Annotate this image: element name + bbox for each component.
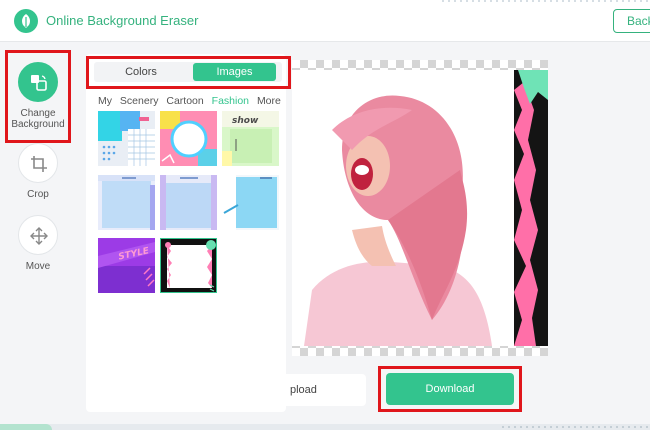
category-my[interactable]: My <box>98 95 112 107</box>
background-thumbnail[interactable]: show <box>222 111 279 166</box>
highlight-box-tabs <box>86 56 291 89</box>
top-bar: Online Background Eraser Back <box>0 0 650 42</box>
background-thumbnail[interactable] <box>98 175 155 230</box>
upload-button[interactable]: pload <box>262 374 366 406</box>
tool-crop[interactable]: Crop <box>0 143 76 200</box>
background-thumbnail[interactable] <box>98 111 155 166</box>
category-bar: My Scenery Cartoon Fashion More <box>98 95 286 107</box>
highlight-box-tool <box>5 50 71 143</box>
category-more[interactable]: More <box>257 95 281 107</box>
move-icon <box>18 215 58 255</box>
background-thumbnail[interactable] <box>160 111 217 166</box>
thumbnail-text: show <box>232 116 259 126</box>
app-title: Online Background Eraser <box>46 13 199 28</box>
bottom-accent <box>0 424 52 430</box>
tool-label: Move <box>25 261 51 272</box>
background-thumbnail[interactable] <box>160 175 217 230</box>
canvas-preview[interactable] <box>292 70 548 346</box>
background-thumbnail[interactable] <box>222 175 279 230</box>
background-panel <box>86 54 286 412</box>
background-thumbnail[interactable]: STYLE <box>98 238 155 293</box>
top-dots <box>440 0 650 2</box>
category-fashion[interactable]: Fashion <box>212 95 249 107</box>
highlight-box-download <box>378 366 522 412</box>
category-scenery[interactable]: Scenery <box>120 95 159 107</box>
background-thumbnail-selected[interactable] <box>160 238 217 293</box>
tool-label: Crop <box>27 189 49 200</box>
tool-move[interactable]: Move <box>0 215 76 272</box>
back-button[interactable]: Back <box>613 9 650 33</box>
category-cartoon[interactable]: Cartoon <box>166 95 203 107</box>
app-logo-icon <box>14 9 38 33</box>
crop-icon <box>18 143 58 183</box>
bottom-dots <box>500 426 650 428</box>
